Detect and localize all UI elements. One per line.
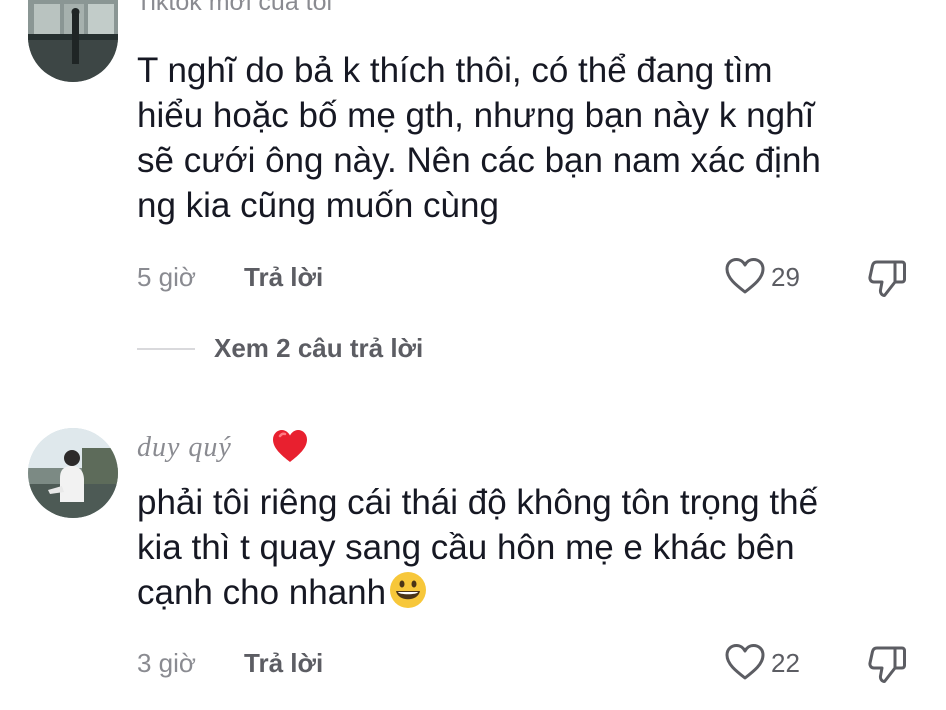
dislike-button[interactable]	[866, 644, 908, 684]
avatar-photo	[28, 0, 118, 82]
avatar[interactable]	[28, 428, 118, 518]
comment-text: phải tôi riêng cái thái độ không tôn trọ…	[137, 480, 917, 621]
heart-outline-icon	[725, 644, 765, 680]
divider	[137, 348, 195, 350]
thumbs-down-icon	[868, 646, 906, 683]
reply-button[interactable]: Trả lời	[244, 648, 323, 679]
thumbs-down-icon	[868, 260, 906, 297]
comment-text: T nghĩ do bả k thích thôi, có thể đang t…	[137, 51, 821, 225]
comment-timestamp: 3 giờ	[137, 648, 196, 678]
view-replies-button[interactable]: Xem 2 câu trả lời	[214, 333, 423, 364]
grinning-face-emoji	[388, 570, 428, 621]
avatar[interactable]	[28, 0, 118, 82]
reply-button[interactable]: Trả lời	[244, 262, 323, 293]
like-count: 29	[771, 262, 800, 292]
red-heart-emoji	[271, 428, 309, 466]
heart-outline-icon	[725, 258, 765, 294]
comment-username[interactable]: duy quý	[137, 432, 232, 464]
comment-timestamp: 5 giờ	[137, 262, 196, 292]
like-count: 22	[771, 648, 800, 678]
like-button[interactable]	[724, 257, 766, 295]
avatar-photo	[28, 428, 118, 518]
dislike-button[interactable]	[866, 258, 908, 298]
comment-text-content: phải tôi riêng cái thái độ không tôn trọ…	[137, 483, 819, 612]
comment-username[interactable]: Tiktok mới của tôi	[136, 0, 332, 17]
like-button[interactable]	[724, 643, 766, 681]
